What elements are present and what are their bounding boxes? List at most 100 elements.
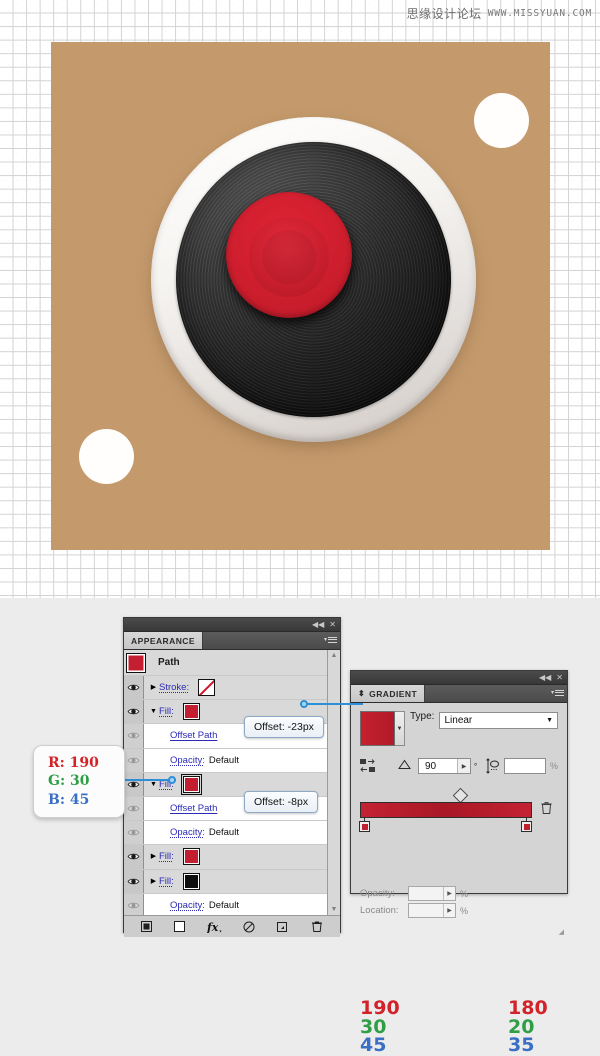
gradient-panel-body[interactable]: ▼ Type: Linear ▼ 90 ▶ ° % — [351, 703, 567, 884]
disclosure-closed-icon[interactable]: ▶ — [148, 853, 159, 860]
vinyl-record-artwork[interactable] — [151, 117, 476, 444]
stroke-row-swatch[interactable] — [198, 679, 216, 697]
opacity-row-2[interactable]: Opacity: Default — [124, 821, 340, 846]
gradient-opacity-row: Opacity: ▶ % — [360, 886, 558, 901]
appearance-scrollbar[interactable]: ▲ ▼ — [327, 650, 340, 915]
scroll-up-icon[interactable]: ▲ — [328, 650, 340, 661]
visibility-toggle-icon[interactable] — [124, 724, 144, 748]
path-thumbnail — [126, 652, 146, 673]
opacity-row-2-label[interactable]: Opacity: — [170, 827, 205, 838]
gradient-stop-left[interactable] — [359, 817, 370, 832]
gradient-swatch-dropdown-icon[interactable]: ▼ — [395, 711, 405, 746]
opacity-row-1[interactable]: Opacity: Default — [124, 748, 340, 773]
disclosure-open-icon[interactable]: ▼ — [148, 708, 159, 715]
hamburger-icon — [328, 635, 337, 644]
appearance-list[interactable]: Path ▶ Stroke: ▼ Fill: Offset Path Opacity: Def… — [124, 650, 340, 915]
delete-stop-button[interactable] — [540, 801, 553, 820]
tab-appearance[interactable]: APPEARANCE — [124, 632, 204, 649]
delete-item-button[interactable] — [311, 920, 323, 933]
close-icon[interactable]: ✕ — [329, 620, 336, 629]
gradient-angle-field[interactable]: 90 ▶ — [418, 758, 471, 774]
fill-row-2-swatch[interactable] — [180, 773, 203, 796]
reverse-gradient-icon[interactable] — [360, 758, 376, 774]
gradient-midpoint-handle[interactable] — [452, 787, 469, 804]
fill-row-3-swatch[interactable] — [182, 848, 200, 866]
left-stop-g-value: 30 — [360, 1015, 387, 1038]
location-label: Location: — [360, 905, 399, 916]
collapse-icon[interactable]: ◀◀ — [539, 673, 551, 682]
visibility-toggle-icon[interactable] — [124, 772, 144, 796]
angle-stepper-icon[interactable]: ▶ — [457, 759, 470, 773]
tab-gradient-label: GRADIENT — [369, 688, 418, 699]
opacity-row-1-label[interactable]: Opacity: — [170, 755, 205, 766]
appearance-panel[interactable]: ◀◀ ✕ APPEARANCE ▾ Path ▶ Stroke: ▼ Fill: Offs… — [123, 617, 341, 937]
appearance-header-row[interactable]: Path — [124, 650, 340, 676]
opacity-row-3-label[interactable]: Opacity: — [170, 900, 205, 911]
stroke-row-label[interactable]: Stroke: — [159, 682, 189, 693]
disclosure-closed-icon[interactable]: ▶ — [148, 684, 159, 691]
clear-appearance-button[interactable] — [243, 921, 255, 933]
right-stop-r-value: 180 — [508, 997, 548, 1019]
connector-knob-icon — [168, 776, 176, 784]
add-new-stroke-button[interactable] — [140, 921, 152, 932]
opacity-stepper-icon[interactable]: ▶ — [443, 887, 455, 900]
resize-grip-icon[interactable]: ◢ — [559, 928, 564, 936]
scroll-down-icon[interactable]: ▼ — [328, 904, 340, 915]
opacity-row-3[interactable]: Opacity: Default — [124, 893, 340, 915]
gradient-panel-titlebar[interactable]: ◀◀ ✕ — [351, 671, 567, 685]
callout-g-value: G: 30 — [48, 773, 90, 790]
left-stop-r-value: 190 — [360, 997, 400, 1019]
visibility-toggle-icon[interactable] — [124, 821, 144, 845]
artboard[interactable] — [51, 42, 550, 550]
offset-path-row-1-label[interactable]: Offset Path — [170, 730, 217, 741]
gradient-opacity-field[interactable]: ▶ — [408, 886, 456, 901]
gradient-ramp-bar[interactable] — [360, 802, 532, 818]
appearance-panel-footer[interactable]: fx — [124, 915, 340, 937]
visibility-toggle-icon[interactable] — [124, 796, 144, 821]
gradient-panel-tabstrip[interactable]: ⬍ GRADIENT ▾ — [351, 685, 567, 703]
gradient-stop-right[interactable] — [521, 817, 532, 832]
disclosure-closed-icon[interactable]: ▶ — [148, 878, 159, 885]
location-stepper-icon[interactable]: ▶ — [443, 904, 455, 917]
appearance-panel-titlebar[interactable]: ◀◀ ✕ — [124, 618, 340, 632]
gradient-slider[interactable] — [359, 787, 558, 832]
gradient-angle-row: 90 ▶ ° % — [360, 758, 558, 774]
gradient-panel[interactable]: ◀◀ ✕ ⬍ GRADIENT ▾ ▼ Type: Linear ▼ 90 ▶ … — [350, 670, 568, 1055]
stroke-row[interactable]: ▶ Stroke: — [124, 676, 340, 701]
offset-path-row-2-label[interactable]: Offset Path — [170, 803, 217, 814]
close-icon[interactable]: ✕ — [556, 673, 563, 682]
add-new-fill-button[interactable] — [173, 921, 185, 932]
visibility-toggle-icon[interactable] — [124, 748, 144, 772]
fill-row-3[interactable]: ▶ Fill: — [124, 845, 340, 870]
gradient-aspect-field[interactable] — [504, 758, 546, 774]
appearance-target-label: Path — [158, 657, 180, 668]
panel-menu-icon[interactable]: ▾ — [324, 635, 337, 644]
fill-row-4-swatch[interactable] — [182, 872, 200, 890]
fill-row-1-swatch[interactable] — [182, 703, 200, 721]
collapse-icon[interactable]: ◀◀ — [312, 620, 324, 629]
gradient-preview-swatch[interactable] — [360, 711, 395, 746]
opacity-percent-symbol: % — [460, 888, 469, 899]
disclosure-open-icon[interactable]: ▼ — [148, 781, 159, 788]
fill-row-4-label[interactable]: Fill: — [159, 876, 174, 887]
decorative-white-dot-top-right — [474, 93, 529, 148]
illustrator-canvas[interactable] — [0, 0, 600, 598]
gradient-type-select[interactable]: Linear ▼ — [439, 712, 558, 729]
visibility-toggle-icon[interactable] — [124, 893, 144, 915]
panel-menu-icon[interactable]: ▾ — [551, 688, 564, 697]
visibility-toggle-icon[interactable] — [124, 700, 144, 724]
visibility-toggle-icon[interactable] — [124, 676, 144, 700]
fill-row-1-label[interactable]: Fill: — [159, 706, 174, 717]
visibility-toggle-icon[interactable] — [124, 869, 144, 893]
fill-row-3-label[interactable]: Fill: — [159, 851, 174, 862]
add-effect-button[interactable]: fx — [207, 921, 222, 933]
appearance-panel-tabstrip[interactable]: APPEARANCE ▾ — [124, 632, 340, 650]
angle-icon — [398, 759, 411, 773]
callout-b-value: B: 45 — [48, 791, 90, 808]
fill-row-4[interactable]: ▶ Fill: — [124, 869, 340, 894]
tab-gradient[interactable]: ⬍ GRADIENT — [351, 685, 426, 702]
gradient-location-field[interactable]: ▶ — [408, 903, 456, 918]
duplicate-item-button[interactable] — [277, 921, 289, 933]
visibility-toggle-icon[interactable] — [124, 845, 144, 869]
appearance-rows-container: Path ▶ Stroke: ▼ Fill: Offset Path Opacity: Def… — [124, 650, 340, 915]
